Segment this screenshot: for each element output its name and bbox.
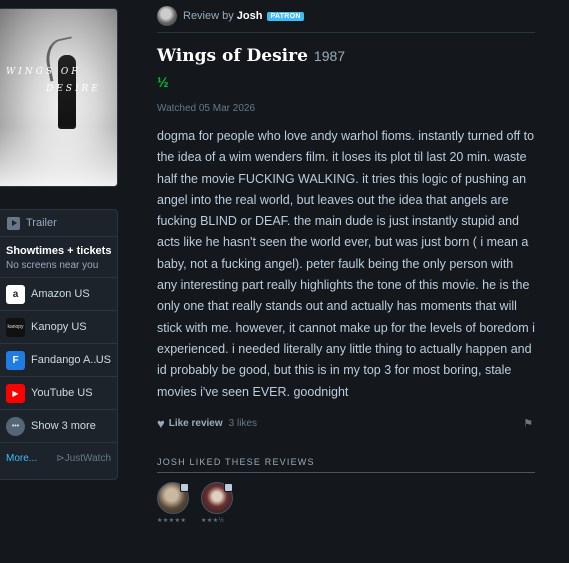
film-heading: Wings of Desire 1987 <box>157 46 535 66</box>
liked-review-rating: ★★★½ <box>201 517 225 524</box>
review-badge-icon <box>180 482 189 492</box>
more-dots-icon: ••• <box>6 416 25 436</box>
service-label: Kanopy US <box>31 321 87 333</box>
avatar[interactable] <box>157 6 177 26</box>
watched-date: Watched 05 Mar 2026 <box>157 103 256 114</box>
like-review-button[interactable]: Like review <box>169 418 223 429</box>
film-title-link[interactable]: Wings of Desire <box>157 46 308 66</box>
more-row: More... ⊳JustWatch <box>0 443 117 473</box>
service-fandango[interactable]: F Fandango A... US <box>0 344 117 377</box>
showtimes-subtitle: No screens near you <box>6 260 99 271</box>
amazon-icon: a <box>6 284 25 304</box>
show-more-services[interactable]: ••• Show 3 more <box>0 410 117 443</box>
poster-title-line1: WINGS OF <box>6 67 81 77</box>
service-label: Amazon US <box>31 288 90 300</box>
service-youtube[interactable]: ▶ YouTube US <box>0 377 117 410</box>
film-year-link[interactable]: 1987 <box>314 48 345 64</box>
service-amazon[interactable]: a Amazon US <box>0 278 117 311</box>
film-poster[interactable]: WINGS OF DESIRE <box>0 8 118 187</box>
service-label: Fandango A... <box>31 354 96 366</box>
service-country: US <box>95 354 111 366</box>
poster-fog <box>0 126 117 186</box>
service-label: Show 3 more <box>31 420 96 432</box>
flag-icon[interactable]: ⚑ <box>523 417 533 430</box>
review-byline: Review by Josh PATRON <box>157 0 535 33</box>
review-actions: ♥ Like review 3 likes ⚑ <box>157 416 535 431</box>
showtimes-title: Showtimes + tickets <box>6 245 112 257</box>
author-link[interactable]: Josh <box>237 10 263 22</box>
trailer-label: Trailer <box>26 217 57 229</box>
service-kanopy[interactable]: kanopy Kanopy US <box>0 311 117 344</box>
heart-icon[interactable]: ♥ <box>157 416 165 431</box>
liked-reviews-list: ★★★★★ ★★★½ <box>157 481 535 524</box>
patron-badge: PATRON <box>267 11 304 21</box>
watch-panel: Trailer Showtimes + tickets No screens n… <box>0 209 118 480</box>
liked-review-item[interactable]: ★★★½ <box>201 481 235 524</box>
review-body: dogma for people who love andy warhol fi… <box>157 129 535 399</box>
showtimes-link[interactable]: Showtimes + tickets No screens near you <box>0 237 117 278</box>
review-main: Review by Josh PATRON Wings of Desire 19… <box>157 0 535 524</box>
youtube-icon: ▶ <box>6 383 25 403</box>
star-rating: ½ <box>157 74 169 90</box>
justwatch-link[interactable]: ⊳JustWatch <box>56 453 111 464</box>
review-by-prefix: Review by <box>183 10 234 22</box>
poster-title-line2: DESIRE <box>46 84 101 94</box>
likes-count[interactable]: 3 likes <box>229 418 257 429</box>
review-badge-icon <box>224 482 233 492</box>
avatar <box>157 481 189 514</box>
service-label: YouTube US <box>31 387 93 399</box>
kanopy-icon: kanopy <box>6 317 25 337</box>
fandango-icon: F <box>6 350 25 370</box>
play-icon <box>7 216 20 230</box>
liked-reviews-heading: JOSH LIKED THESE REVIEWS <box>157 457 535 473</box>
avatar <box>201 481 233 514</box>
liked-review-item[interactable]: ★★★★★ <box>157 481 191 524</box>
more-link[interactable]: More... <box>6 453 37 464</box>
trailer-link[interactable]: Trailer <box>0 210 117 237</box>
liked-review-rating: ★★★★★ <box>157 517 187 524</box>
